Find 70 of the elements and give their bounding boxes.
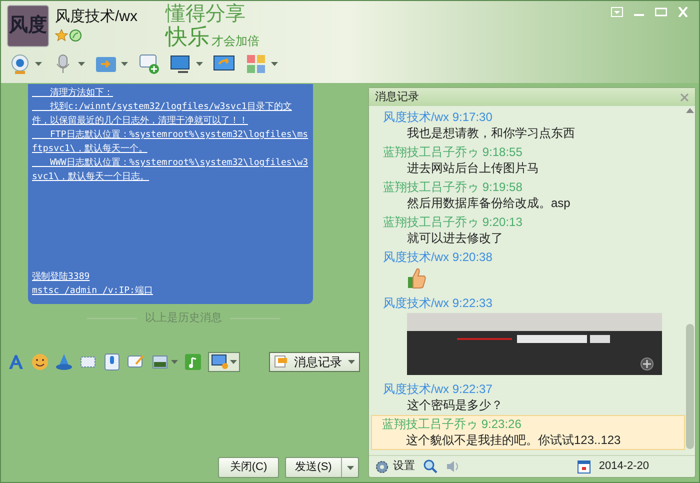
thumbs-up-icon — [407, 267, 427, 289]
caret-icon[interactable] — [171, 360, 178, 364]
send-button[interactable]: 发送(S) — [285, 457, 359, 478]
message-header: 风度技术/wx 9:22:37 — [383, 381, 494, 397]
caret-icon[interactable] — [35, 62, 42, 66]
zoom-in-icon[interactable] — [640, 357, 654, 371]
caret-icon[interactable] — [230, 360, 237, 364]
webcam-icon[interactable] — [9, 53, 31, 75]
scroll-up-icon[interactable] — [686, 108, 694, 113]
bubble-paragraph: WWW日志默认位置：%systemroot%\system32\logfiles\w3svc1\，默认每天一个日志。 — [32, 156, 309, 184]
status-icon[interactable] — [69, 29, 82, 42]
search-icon[interactable] — [423, 459, 438, 474]
message-text: 我也是想请教，和你学习点东西 — [406, 125, 576, 142]
caret-icon[interactable] — [348, 360, 355, 364]
monitor-icon — [211, 354, 229, 370]
settings-icon[interactable] — [375, 460, 389, 474]
star-icon[interactable] — [55, 29, 68, 42]
screenshot-thumbnail[interactable] — [407, 313, 662, 375]
password-field-image — [517, 335, 587, 343]
message-text: 就可以进去修改了 — [406, 230, 504, 247]
message-text: 这个貌似不是我挂的吧。你试试123..123 — [405, 432, 622, 449]
message-header: 风度技术/wx 9:20:38 — [383, 249, 494, 265]
history-button[interactable]: 消息记录 — [269, 352, 360, 372]
edit-note-icon[interactable] — [127, 352, 145, 370]
settings-label[interactable]: 设置 — [393, 458, 415, 475]
music-icon[interactable] — [184, 352, 202, 370]
message-header: 风度技术/wx 9:22:33 — [383, 295, 494, 311]
add-message-icon[interactable] — [138, 53, 160, 75]
bubble-line: mstsc /admin /v:IP:端口 — [32, 284, 153, 298]
message-text: 然后用数据库备份给改成。asp — [406, 195, 572, 212]
banner-slogan: 才会加倍 — [212, 33, 260, 49]
close-button[interactable]: 关闭(C) — [218, 457, 279, 478]
caret-icon[interactable] — [121, 62, 128, 66]
send-label[interactable]: 发送(S) — [286, 458, 341, 477]
contact-name: 风度技术/wx — [55, 9, 138, 25]
hat-icon[interactable] — [55, 352, 73, 370]
screen-share-button[interactable] — [208, 352, 240, 372]
highlighted-message[interactable]: 蓝翔技工吕子乔ゥ 9:23:26 这个貌似不是我挂的吧。你试试123..123 — [371, 415, 685, 450]
smiley-icon[interactable] — [31, 352, 49, 370]
bubble-paragraph: FTP日志默认位置：%systemroot%\system32\logfiles\msftpsvc1\，默认每天一个。 — [32, 128, 309, 156]
screen-share-icon[interactable] — [170, 53, 192, 75]
close-icon[interactable] — [680, 92, 689, 102]
message-header: 蓝翔技工吕子乔ゥ 9:18:55 — [383, 144, 524, 160]
message-text: 这个密码是多少？ — [406, 397, 504, 414]
panel-title: 消息记录 — [375, 90, 419, 105]
scroll-thumb[interactable] — [686, 324, 694, 449]
microphone-icon[interactable] — [103, 352, 121, 370]
button-image — [590, 335, 610, 343]
bubble-line: 强制登陆3389 — [32, 270, 90, 284]
message-header: 蓝翔技工吕子乔ゥ 9:23:26 — [382, 416, 522, 432]
date-label[interactable]: 2014-2-20 — [598, 458, 649, 475]
apps-grid-icon[interactable] — [245, 53, 267, 75]
picture-icon[interactable] — [151, 352, 169, 370]
maximize-icon[interactable] — [655, 7, 667, 17]
caret-icon[interactable] — [346, 466, 354, 470]
caret-icon[interactable] — [271, 62, 278, 66]
banner-slogan: 快乐 — [166, 25, 210, 49]
message-text: 进去网站后台上传图片马 — [406, 160, 540, 177]
font-icon[interactable] — [7, 352, 25, 370]
caret-icon[interactable] — [78, 62, 85, 66]
banner-slogan: 懂得分享 — [166, 3, 246, 25]
bubble-paragraph: 找到c:/winnt/system32/logfiles/w3svc1目录下的文件，以保留最近的几个日志外，清理干净就可以了！！ — [32, 100, 293, 128]
bubble-paragraph: 清理方法如下： — [49, 86, 114, 100]
calendar-icon[interactable] — [576, 460, 591, 474]
message-header: 风度技术/wx 9:17:30 — [383, 109, 494, 125]
caret-icon[interactable] — [196, 62, 203, 66]
message-header: 蓝翔技工吕子乔ゥ 9:19:58 — [383, 179, 524, 195]
chat-log-icon — [274, 355, 288, 368]
message-header: 蓝翔技工吕子乔ゥ 9:20:13 — [383, 214, 524, 230]
speaker-icon[interactable] — [446, 459, 461, 474]
